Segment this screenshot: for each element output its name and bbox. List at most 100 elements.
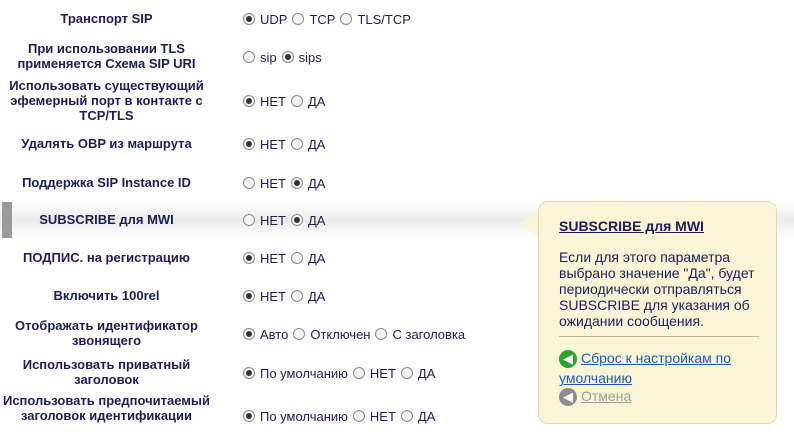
radio-label: TCP [309,11,336,27]
radio-option[interactable]: ДА [291,213,325,228]
cancel-label: Отмена [581,388,632,404]
radio-button[interactable] [292,13,305,25]
setting-label: Отображать идентификатор звонящего [15,318,198,348]
radio-label: НЕТ [260,212,286,228]
radio-option[interactable]: ДА [400,365,436,381]
radio-button[interactable] [291,95,303,107]
radio-option[interactable]: ДА [291,94,325,109]
radio-option[interactable]: НЕТ [352,408,396,424]
radio-option[interactable]: TLS/TCP [340,11,411,27]
setting-options: НЕТ ДА [243,92,330,110]
radio-option[interactable]: НЕТ [352,365,396,381]
radio-button[interactable] [375,328,388,340]
setting-label: Использовать существующий эфемерный порт… [9,77,204,123]
setting-options: НЕТ ДА [243,287,330,305]
radio-label: НЕТ [260,250,286,266]
radio-option[interactable]: ДА [400,409,435,424]
radio-label: ДА [308,288,326,304]
radio-option[interactable]: По умолчанию [243,409,348,424]
radio-option[interactable]: sips [281,49,322,65]
radio-option[interactable]: sip [243,50,277,65]
radio-button[interactable] [243,214,255,226]
radio-button[interactable] [352,410,365,422]
radio-label: ДА [308,93,326,109]
radio-button[interactable] [243,367,255,379]
radio-label: ДА [308,212,326,228]
setting-label: При использовании TLS применяется Схема … [17,41,196,71]
radio-label: НЕТ [260,288,286,304]
setting-label: Использовать приватный заголовок [22,357,191,387]
radio-option[interactable]: ДА [291,251,325,266]
radio-option[interactable]: НЕТ [243,176,286,191]
setting-options: По умолчанию НЕТ ДА [243,407,440,425]
reset-default-link[interactable]: ◀ Сброс к настройкам по умолчанию [559,348,759,388]
radio-button[interactable] [243,252,255,264]
radio-button[interactable] [243,410,255,422]
radio-label: sips [298,49,322,65]
radio-label: НЕТ [369,408,396,424]
arrow-left-green-icon: ◀ [559,350,577,369]
radio-label: С заголовка [392,326,466,342]
radio-option[interactable]: НЕТ [243,137,286,152]
radio-option[interactable]: С заголовка [375,327,465,342]
radio-label: UDP [260,11,288,27]
setting-label: Удалять OBP из маршрута [21,135,192,151]
radio-label: Авто [260,326,289,342]
arrow-left-gray-icon: ◀ [559,388,577,407]
reset-default-label: Сброс к настройкам по умолчанию [559,350,732,387]
radio-button[interactable] [291,214,303,226]
radio-option[interactable]: НЕТ [243,94,286,109]
radio-button[interactable] [340,13,353,25]
radio-button[interactable] [352,367,365,379]
radio-label: По умолчанию [260,365,348,381]
radio-button[interactable] [291,177,303,189]
radio-option[interactable]: TCP [292,12,335,27]
setting-options: Авто Отключен С заголовка [243,325,470,343]
radio-label: ДА [308,136,326,152]
radio-option[interactable]: НЕТ [243,289,286,304]
radio-button[interactable] [243,328,255,340]
radio-button[interactable] [281,51,294,63]
radio-button[interactable] [293,328,306,340]
cancel-link[interactable]: ◀ Отмена [559,388,632,407]
radio-label: ДА [417,365,436,381]
radio-button[interactable] [400,367,413,379]
tooltip-title: SUBSCRIBE для MWI [559,218,704,234]
radio-label: НЕТ [260,136,286,152]
setting-options: НЕТ ДА [243,174,330,192]
radio-button[interactable] [291,290,303,302]
setting-label: Включить 100rel [53,287,160,303]
radio-button[interactable] [291,252,303,264]
help-tooltip: SUBSCRIBE для MWI Если для этого парамет… [538,201,777,424]
radio-option[interactable]: Авто [243,327,288,342]
setting-options: По умолчанию НЕТ ДА [243,364,440,382]
setting-options: НЕТ ДА [243,249,330,267]
radio-label: По умолчанию [260,408,348,424]
radio-button[interactable] [243,290,255,302]
radio-option[interactable]: ДА [291,289,325,304]
setting-label: Использовать предпочитаемый заголовок ид… [2,392,211,423]
radio-button[interactable] [243,13,255,25]
radio-option[interactable]: НЕТ [243,213,286,228]
radio-label: TLS/TCP [357,11,411,27]
radio-label: ДА [308,175,326,191]
radio-option[interactable]: UDP [243,12,287,27]
setting-options: sip sips [243,48,327,66]
radio-option[interactable]: По умолчанию [243,366,348,381]
radio-option[interactable]: ДА [291,137,325,152]
radio-button[interactable] [243,95,255,107]
setting-label: SUBSCRIBE для MWI [39,211,174,227]
setting-label: ПОДПИС. на регистрацию [23,249,190,265]
radio-option[interactable]: Отключен [293,327,370,342]
radio-label: НЕТ [260,93,286,109]
radio-button[interactable] [243,51,255,63]
radio-label: НЕТ [369,365,396,381]
radio-label: ДА [308,250,326,266]
radio-option[interactable]: ДА [291,176,325,191]
radio-button[interactable] [243,177,255,189]
setting-label: Поддержка SIP Instance ID [22,174,191,190]
radio-option[interactable]: НЕТ [243,251,286,266]
radio-button[interactable] [243,138,255,150]
radio-button[interactable] [400,410,413,422]
radio-button[interactable] [291,138,303,150]
